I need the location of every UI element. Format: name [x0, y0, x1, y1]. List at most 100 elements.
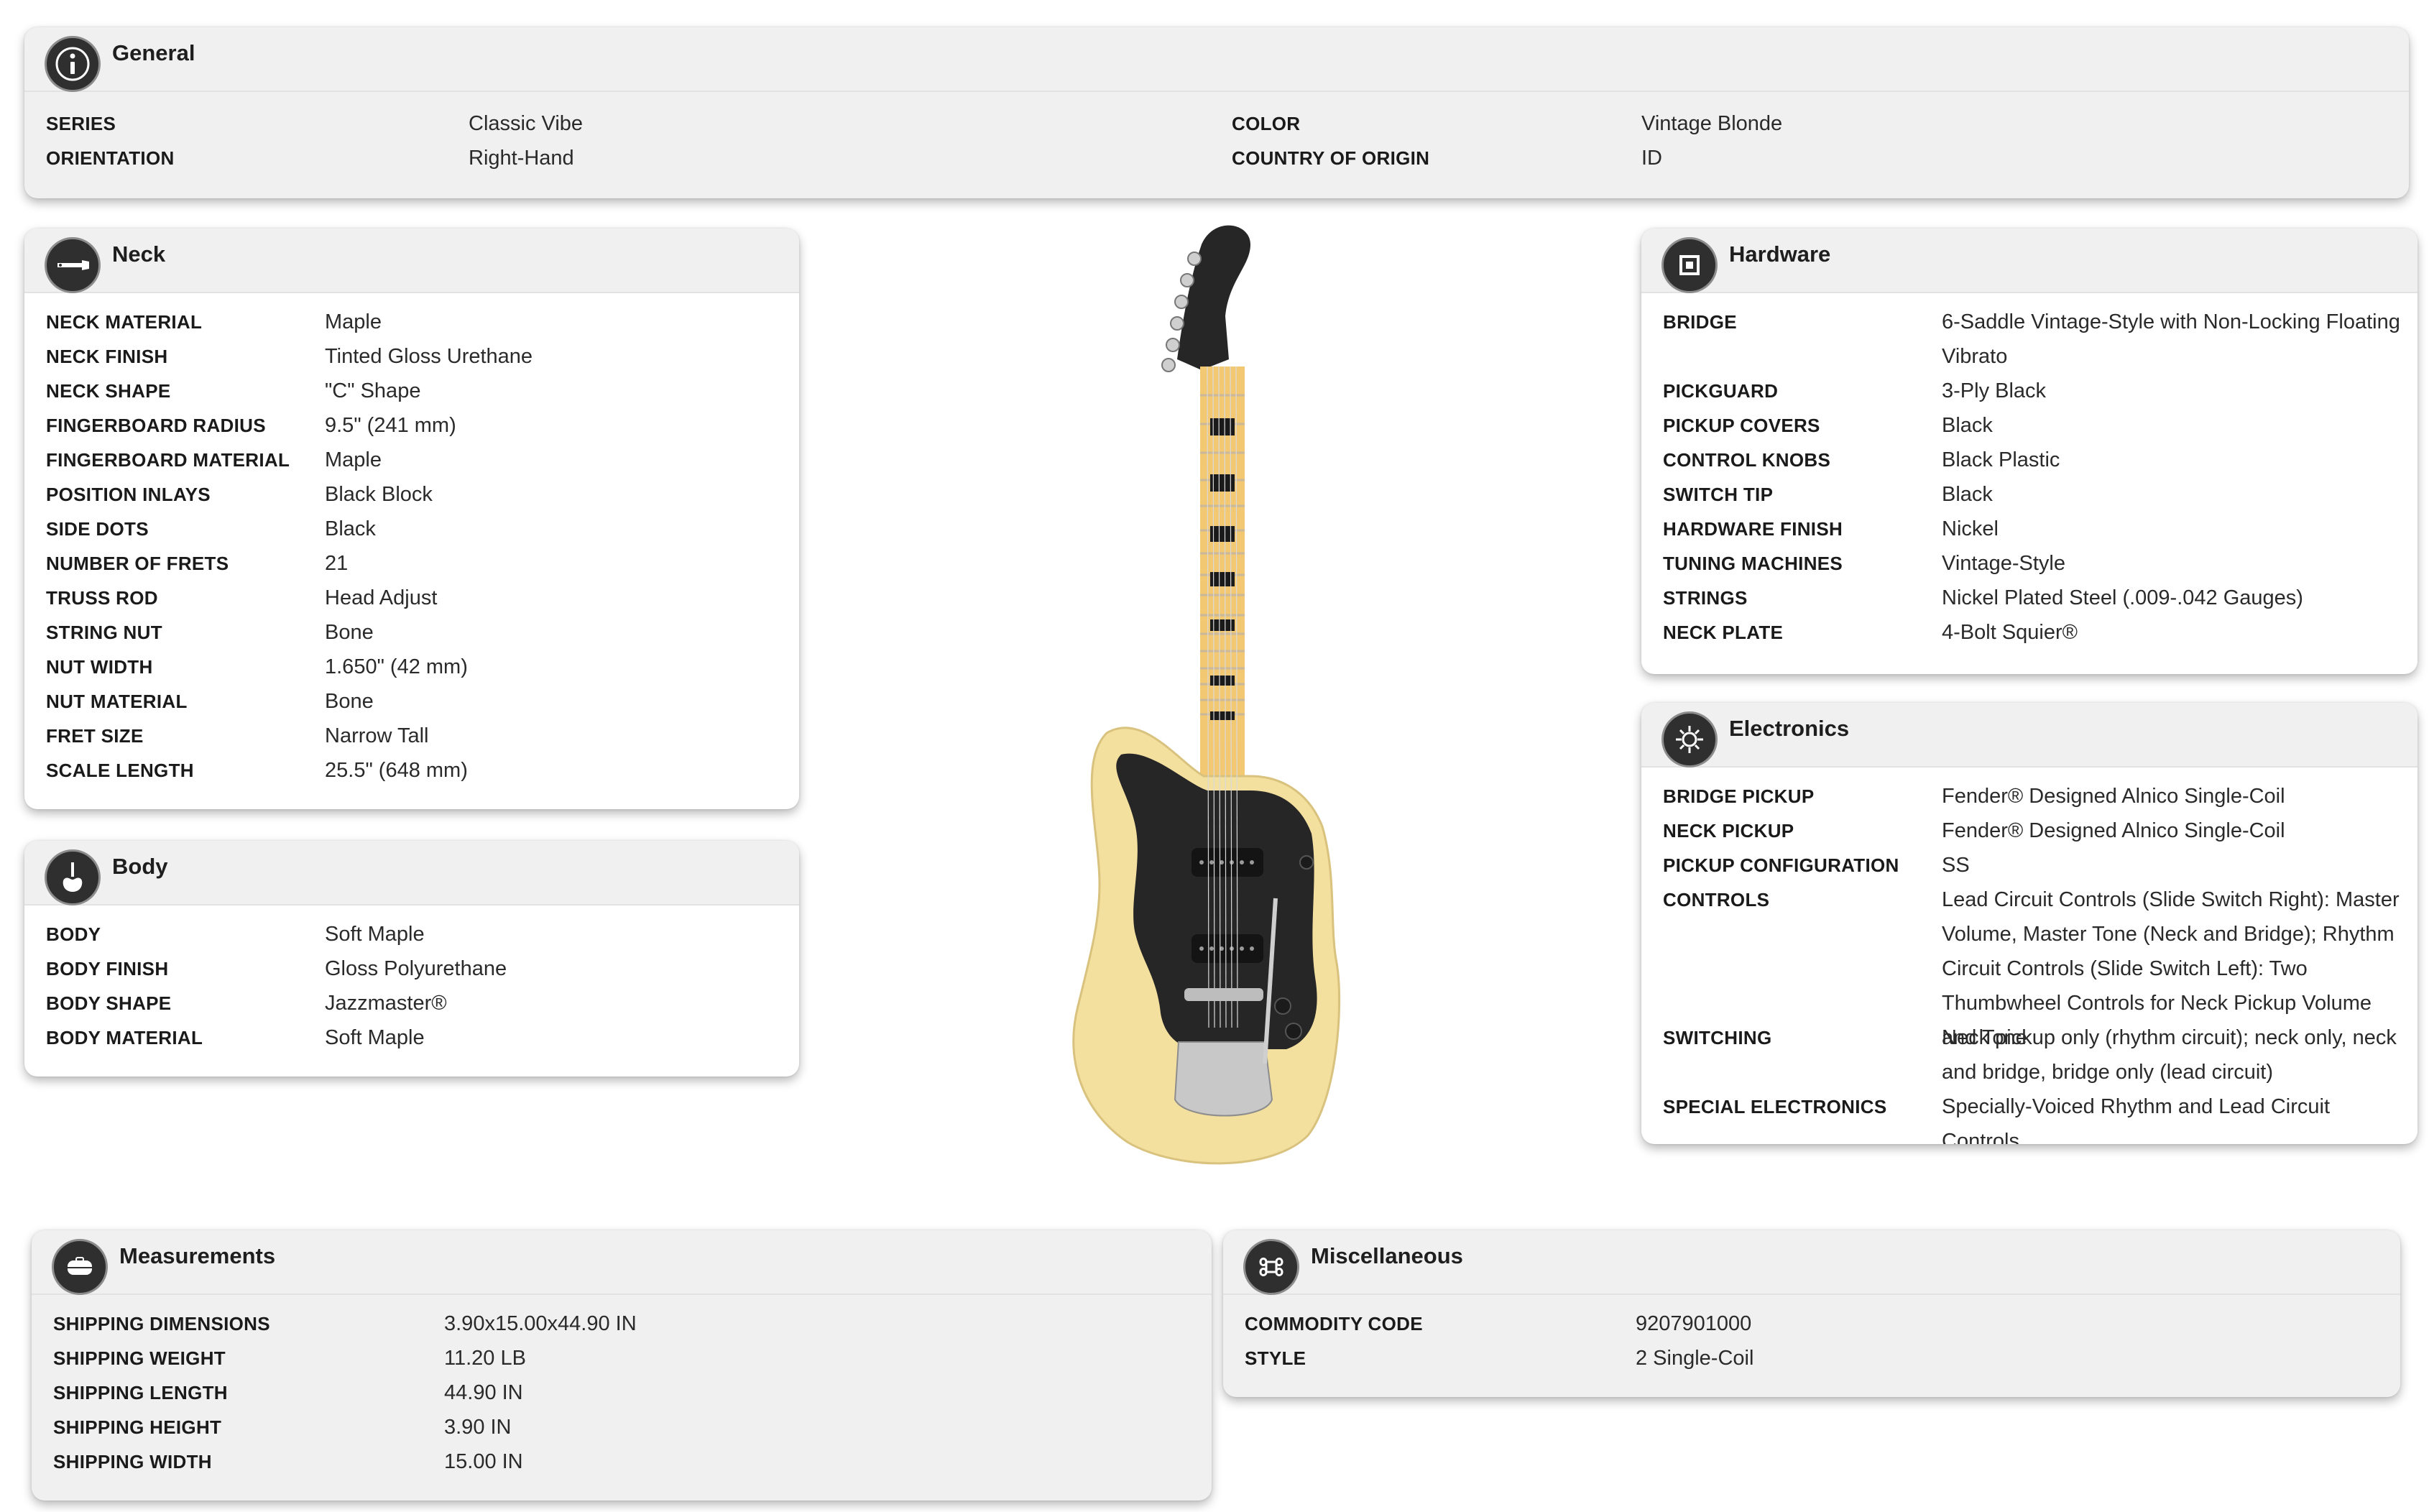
spec-label: NECK PLATE [1663, 622, 1784, 643]
spec-label: SHIPPING LENGTH [53, 1382, 228, 1403]
spec-label: SHIPPING WIDTH [53, 1451, 212, 1472]
spec-label: CONTROLS [1663, 889, 1770, 911]
spec-label: SERIES [46, 113, 116, 134]
spec-label: NUT WIDTH [46, 656, 153, 678]
spec-value: Head Adjust [325, 586, 438, 609]
spec-row: SHIPPING HEIGHT 3.90 IN [53, 1410, 1197, 1444]
spec-row: COLOR Vintage Blonde [1232, 106, 2395, 141]
electronics-icon [1661, 711, 1718, 767]
measurements-rows: SHIPPING DIMENSIONS 3.90x15.00x44.90 IN S… [53, 1306, 1197, 1479]
spec-value: 3-Ply Black [1942, 379, 2047, 402]
spec-row: SWITCHING Neck pickup only (rhythm circui… [1663, 1020, 2403, 1089]
spec-row: BODY Soft Maple [46, 917, 785, 951]
general-section: General SERIES Classic Vibe ORIENTATION … [24, 27, 2409, 198]
spec-label: NECK PICKUP [1663, 820, 1794, 842]
spec-value: Nickel Plated Steel (.009-.042 Gauges) [1942, 586, 2303, 609]
spec-label: POSITION INLAYS [46, 484, 211, 505]
spec-label: SHIPPING WEIGHT [53, 1347, 226, 1369]
hardware-title: Hardware [1729, 241, 1831, 267]
spec-row: PICKUP COVERS Black [1663, 408, 2403, 443]
spec-label: STYLE [1245, 1347, 1306, 1369]
spec-row: BODY FINISH Gloss Polyurethane [46, 951, 785, 986]
spec-value: Black [325, 517, 376, 540]
spec-value: Black [1942, 414, 1993, 437]
spec-row: NECK MATERIAL Maple [46, 305, 785, 339]
spec-row: STRING NUT Bone [46, 615, 785, 650]
spec-row: CONTROLS Lead Circuit Controls (Slide Swi… [1663, 882, 2403, 1049]
spec-label: SPECIAL ELECTRONICS [1663, 1096, 1887, 1117]
spec-row: NECK FINISH Tinted Gloss Urethane [46, 339, 785, 374]
spec-value: 3.90x15.00x44.90 IN [444, 1312, 637, 1335]
spec-value: Neck pickup only (rhythm circuit); neck … [1942, 1026, 2397, 1084]
spec-label: NECK MATERIAL [46, 311, 203, 333]
spec-label: BODY MATERIAL [46, 1027, 203, 1048]
spec-value: 9.5" (241 mm) [325, 414, 456, 437]
electronics-header: Electronics [1641, 703, 2418, 767]
spec-value: Maple [325, 448, 382, 471]
spec-value: Soft Maple [325, 1026, 425, 1049]
spec-label: SIDE DOTS [46, 518, 149, 540]
spec-row: STYLE 2 Single-Coil [1245, 1341, 2386, 1375]
neck-section: Neck NECK MATERIAL Maple NECK FINISH Tinte… [24, 229, 799, 809]
spec-value: 25.5" (648 mm) [325, 759, 468, 782]
spec-value: 3.90 IN [444, 1416, 512, 1439]
spec-label: HARDWARE FINISH [1663, 518, 1843, 540]
spec-row: NUMBER OF FRETS 21 [46, 546, 785, 581]
spec-row: SIDE DOTS Black [46, 512, 785, 546]
body-rows: BODY Soft Maple BODY FINISH Gloss Polyuret… [46, 917, 785, 1055]
general-header: General [24, 27, 2409, 92]
spec-label: PICKGUARD [1663, 380, 1779, 402]
spec-label: ORIENTATION [46, 147, 175, 169]
spec-label: COUNTRY OF ORIGIN [1232, 147, 1430, 169]
spec-value: Black Block [325, 483, 433, 506]
general-right-rows: COLOR Vintage Blonde COUNTRY OF ORIGIN I… [1232, 106, 2395, 175]
spec-value: 2 Single-Coil [1636, 1347, 1754, 1370]
measurements-section: Measurements SHIPPING DIMENSIONS 3.90x15.… [32, 1230, 1212, 1501]
spec-label: STRINGS [1663, 587, 1748, 609]
spec-row: BODY SHAPE Jazzmaster® [46, 986, 785, 1020]
measurements-header: Measurements [32, 1230, 1212, 1295]
spec-label: CONTROL KNOBS [1663, 449, 1831, 471]
spec-row: STRINGS Nickel Plated Steel (.009-.042 Ga… [1663, 581, 2403, 615]
spec-value: Bone [325, 621, 374, 644]
spec-label: NUMBER OF FRETS [46, 553, 229, 574]
spec-value: 15.00 IN [444, 1450, 523, 1473]
measurements-title: Measurements [119, 1243, 276, 1268]
guitar-image [1035, 216, 1394, 1179]
info-icon [45, 36, 101, 92]
spec-row: BRIDGE 6-Saddle Vintage-Style with Non-Lo… [1663, 305, 2403, 374]
spec-row: NUT MATERIAL Bone [46, 684, 785, 719]
misc-rows: COMMODITY CODE 9207901000 STYLE 2 Single-C… [1245, 1306, 2386, 1375]
spec-value: SS [1942, 854, 1970, 877]
spec-label: PICKUP CONFIGURATION [1663, 854, 1899, 876]
spec-value: 9207901000 [1636, 1312, 1752, 1335]
spec-row: SCALE LENGTH 25.5" (648 mm) [46, 753, 785, 788]
hardware-rows: BRIDGE 6-Saddle Vintage-Style with Non-Lo… [1663, 305, 2403, 650]
general-title: General [112, 40, 195, 65]
misc-title: Miscellaneous [1311, 1243, 1463, 1268]
spec-row: NECK PICKUP Fender® Designed Alnico Singl… [1663, 813, 2403, 848]
spec-row: SPECIAL ELECTRONICS Specially-Voiced Rhyt… [1663, 1089, 2403, 1144]
spec-value: Tinted Gloss Urethane [325, 345, 533, 368]
spec-value: Gloss Polyurethane [325, 957, 507, 980]
spec-row: TRUSS ROD Head Adjust [46, 581, 785, 615]
spec-value: "C" Shape [325, 379, 421, 402]
spec-row: CONTROL KNOBS Black Plastic [1663, 443, 2403, 477]
spec-row: TUNING MACHINES Vintage-Style [1663, 546, 2403, 581]
spec-value: 1.650" (42 mm) [325, 655, 468, 678]
spec-label: STRING NUT [46, 622, 162, 643]
spec-row: COMMODITY CODE 9207901000 [1245, 1306, 2386, 1341]
spec-row: FINGERBOARD MATERIAL Maple [46, 443, 785, 477]
spec-label: SHIPPING HEIGHT [53, 1416, 222, 1438]
spec-label: BODY [46, 923, 101, 945]
spec-row: HARDWARE FINISH Nickel [1663, 512, 2403, 546]
spec-row: NUT WIDTH 1.650" (42 mm) [46, 650, 785, 684]
spec-row: FRET SIZE Narrow Tall [46, 719, 785, 753]
hardware-section: Hardware BRIDGE 6-Saddle Vintage-Style wi… [1641, 229, 2418, 674]
spec-label: TRUSS ROD [46, 587, 158, 609]
spec-label: FINGERBOARD RADIUS [46, 415, 266, 436]
spec-row: SHIPPING DIMENSIONS 3.90x15.00x44.90 IN [53, 1306, 1197, 1341]
spec-value: Vintage-Style [1942, 552, 2065, 575]
body-header: Body [24, 841, 799, 905]
spec-label: COLOR [1232, 113, 1301, 134]
